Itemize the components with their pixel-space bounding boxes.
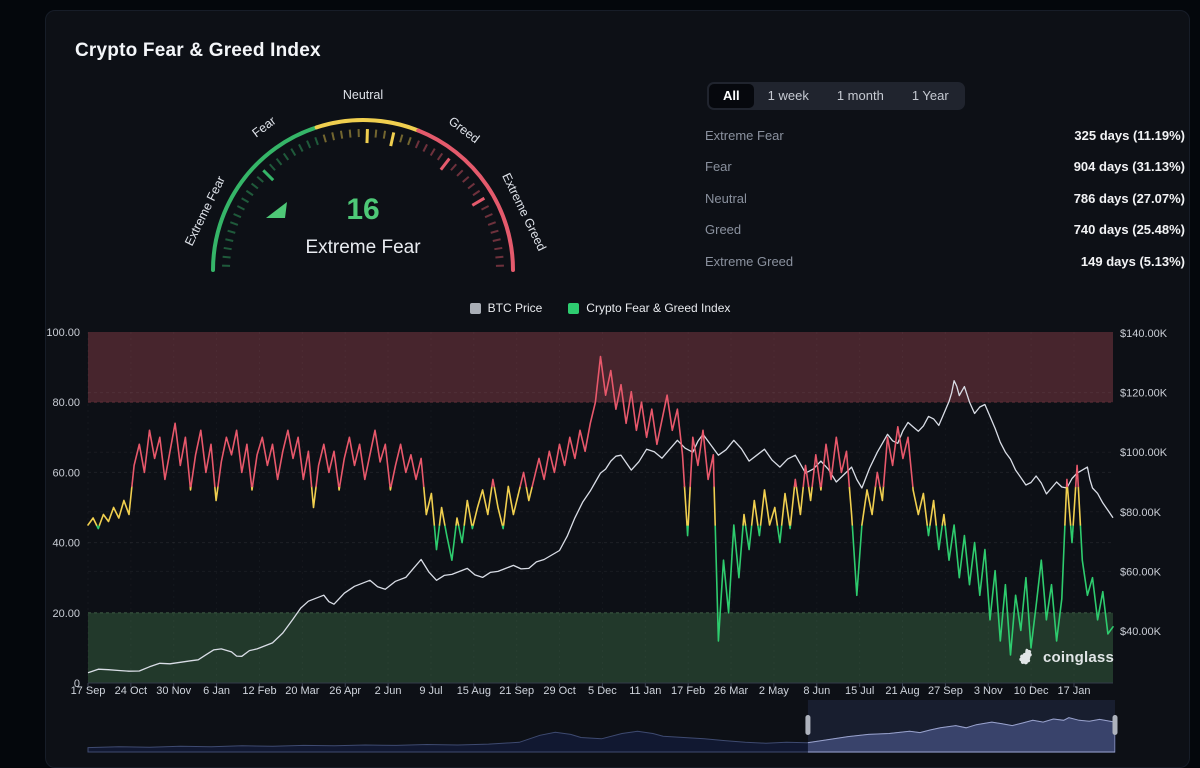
- svg-text:100.00: 100.00: [46, 327, 80, 339]
- svg-text:2 Jun: 2 Jun: [375, 685, 402, 697]
- chart-legend: BTC Price Crypto Fear & Greed Index: [0, 301, 1200, 315]
- svg-text:27 Sep: 27 Sep: [928, 685, 963, 697]
- coinglass-watermark: coinglass: [1016, 647, 1114, 668]
- btc-price-swatch-icon: [469, 302, 481, 314]
- svg-text:3 Nov: 3 Nov: [974, 685, 1003, 697]
- svg-text:2 May: 2 May: [759, 685, 789, 697]
- neutral-zone: [314, 118, 421, 133]
- tab-all[interactable]: All: [709, 84, 754, 108]
- range-tabs: All 1 week 1 month 1 Year: [707, 82, 965, 110]
- stat-value: 904 days (31.13%): [1073, 159, 1185, 174]
- stat-label: Fear: [705, 159, 732, 174]
- svg-text:$100.00K: $100.00K: [1120, 447, 1168, 459]
- svg-text:24 Oct: 24 Oct: [115, 685, 147, 697]
- svg-text:40.00: 40.00: [52, 538, 80, 550]
- svg-text:15 Aug: 15 Aug: [457, 685, 491, 697]
- svg-text:12 Feb: 12 Feb: [242, 685, 276, 697]
- stat-row-extreme-greed: Extreme Greed 149 days (5.13%): [705, 250, 1185, 272]
- fear-greed-swatch-icon: [568, 302, 580, 314]
- svg-text:6 Jan: 6 Jan: [203, 685, 230, 697]
- navigator-handle-right[interactable]: [1112, 715, 1118, 735]
- gauge-value: 16: [346, 193, 380, 226]
- extreme-fear-band: [88, 612, 1113, 683]
- svg-text:9 Jul: 9 Jul: [419, 685, 442, 697]
- legend-label: Crypto Fear & Greed Index: [586, 301, 731, 315]
- classification-stats: Extreme Fear 325 days (11.19%) Fear 904 …: [705, 124, 1185, 282]
- tab-1-year[interactable]: 1 Year: [898, 84, 963, 108]
- stat-row-neutral: Neutral 786 days (27.07%): [705, 187, 1185, 209]
- svg-text:20 Mar: 20 Mar: [285, 685, 320, 697]
- fear-greed-price-chart[interactable]: 100.0080.0060.0040.0020.000$140.00K$120.…: [0, 318, 1200, 700]
- svg-text:5 Dec: 5 Dec: [588, 685, 617, 697]
- coinglass-logo-icon: [1019, 648, 1032, 665]
- stat-label: Extreme Greed: [705, 253, 794, 269]
- svg-text:26 Mar: 26 Mar: [714, 685, 749, 697]
- threshold-bands: [88, 332, 1113, 683]
- stat-row-greed: Greed 740 days (25.48%): [705, 219, 1185, 241]
- svg-text:$140.00K: $140.00K: [1120, 328, 1168, 340]
- svg-text:17 Feb: 17 Feb: [671, 685, 705, 697]
- tab-1-week[interactable]: 1 week: [754, 84, 823, 108]
- stat-value: 786 days (27.07%): [1073, 190, 1185, 206]
- svg-text:30 Nov: 30 Nov: [156, 685, 191, 697]
- chart-navigator[interactable]: [0, 698, 1200, 758]
- svg-text:20.00: 20.00: [52, 608, 80, 620]
- stat-value: 325 days (11.19%): [1074, 127, 1185, 143]
- tab-1-month[interactable]: 1 month: [823, 84, 898, 108]
- stat-label: Greed: [705, 222, 742, 237]
- stat-row-extreme-fear: Extreme Fear 325 days (11.19%): [705, 124, 1185, 146]
- legend-item-btc-price[interactable]: BTC Price: [469, 301, 543, 315]
- svg-text:21 Aug: 21 Aug: [885, 685, 919, 697]
- svg-text:17 Sep: 17 Sep: [71, 685, 106, 697]
- fear-greed-line-yellow: [87, 485, 1082, 526]
- svg-text:29 Oct: 29 Oct: [543, 685, 575, 697]
- gauge-classification: Extreme Fear: [305, 237, 421, 258]
- stat-label: Neutral: [705, 190, 747, 206]
- svg-text:60.00: 60.00: [52, 467, 80, 479]
- svg-text:17 Jan: 17 Jan: [1057, 685, 1090, 697]
- stat-row-fear: Fear 904 days (31.13%): [705, 156, 1185, 178]
- svg-text:10 Dec: 10 Dec: [1014, 685, 1049, 697]
- extreme-greed-band: [88, 332, 1113, 403]
- stat-value: 740 days (25.48%): [1073, 222, 1185, 237]
- page-title: Crypto Fear & Greed Index: [75, 40, 321, 61]
- gauge-label-neutral: Neutral: [342, 88, 384, 102]
- svg-text:$120.00K: $120.00K: [1120, 388, 1168, 400]
- svg-text:15 Jul: 15 Jul: [845, 685, 874, 697]
- navigator-handle-left[interactable]: [805, 715, 811, 735]
- svg-text:26 Apr: 26 Apr: [329, 685, 361, 697]
- svg-text:21 Sep: 21 Sep: [499, 685, 534, 697]
- svg-text:11 Jan: 11 Jan: [629, 685, 661, 697]
- legend-item-fear-greed[interactable]: Crypto Fear & Greed Index: [568, 301, 730, 315]
- svg-text:$60.00K: $60.00K: [1120, 566, 1162, 578]
- stat-label: Extreme Fear: [705, 127, 784, 143]
- svg-text:$40.00K: $40.00K: [1120, 626, 1162, 638]
- svg-text:$80.00K: $80.00K: [1120, 507, 1162, 519]
- legend-label: BTC Price: [487, 301, 543, 315]
- svg-text:80.00: 80.00: [52, 397, 80, 409]
- stat-value: 149 days (5.13%): [1080, 253, 1185, 269]
- svg-text:8 Jun: 8 Jun: [803, 685, 830, 697]
- watermark-text: coinglass: [1043, 649, 1114, 666]
